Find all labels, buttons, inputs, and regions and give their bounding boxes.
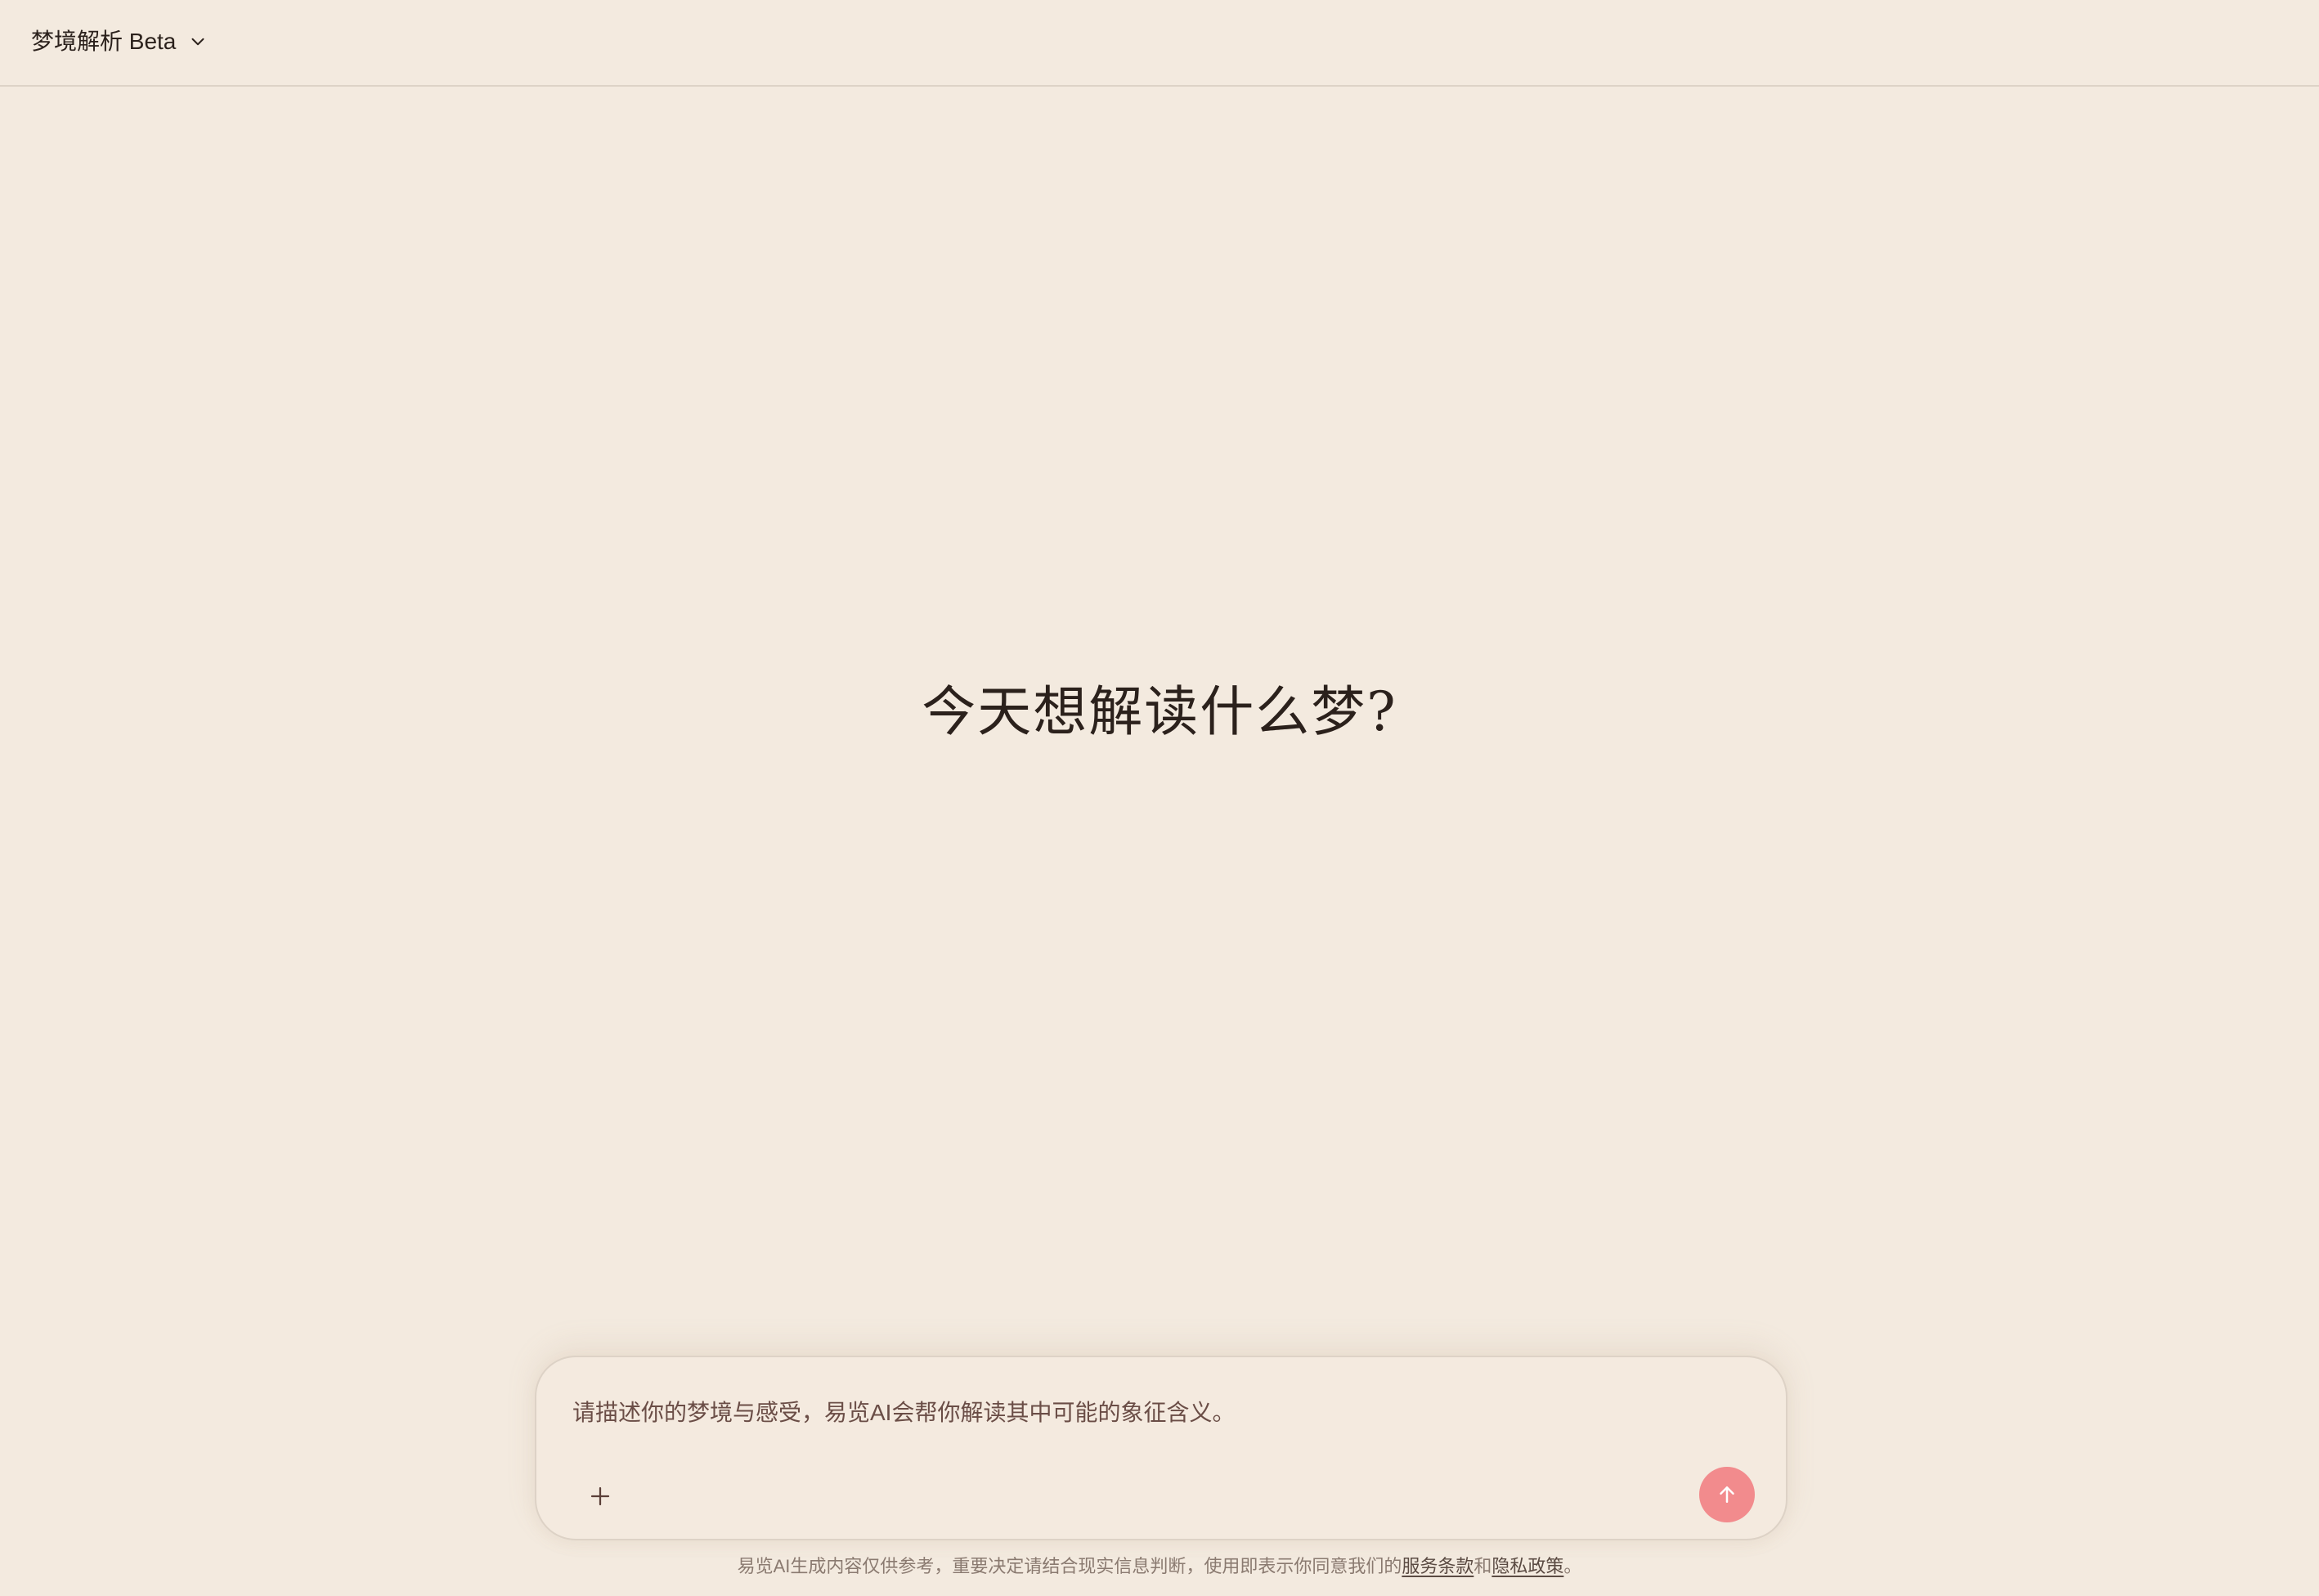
privacy-policy-link[interactable]: 隐私政策 [1491, 1556, 1563, 1576]
dream-description-input[interactable] [572, 1390, 1717, 1436]
disclaimer-period: 。 [1563, 1556, 1582, 1576]
add-attachment-button[interactable] [579, 1475, 621, 1518]
footer-disclaimer: 易览AI生成内容仅供参考，重要决定请结合现实信息判断，使用即表示你同意我们的服务… [0, 1552, 2319, 1581]
plus-icon [590, 1486, 610, 1506]
arrow-up-icon [1720, 1486, 1734, 1503]
app-switcher-dropdown[interactable]: 梦境解析 Beta [31, 23, 209, 61]
disclaimer-conjunction: 和 [1473, 1556, 1492, 1576]
page-headline: 今天想解读什么梦? [922, 680, 1397, 743]
top-bar: 梦境解析 Beta [0, 0, 2319, 87]
send-button[interactable] [1699, 1467, 1755, 1522]
app-title: 梦境解析 Beta [31, 29, 177, 54]
terms-of-service-link[interactable]: 服务条款 [1402, 1556, 1473, 1576]
chevron-down-icon [191, 38, 204, 46]
disclaimer-text: 易览AI生成内容仅供参考，重要决定请结合现实信息判断，使用即表示你同意我们的 [737, 1556, 1402, 1576]
message-composer [535, 1356, 1787, 1540]
